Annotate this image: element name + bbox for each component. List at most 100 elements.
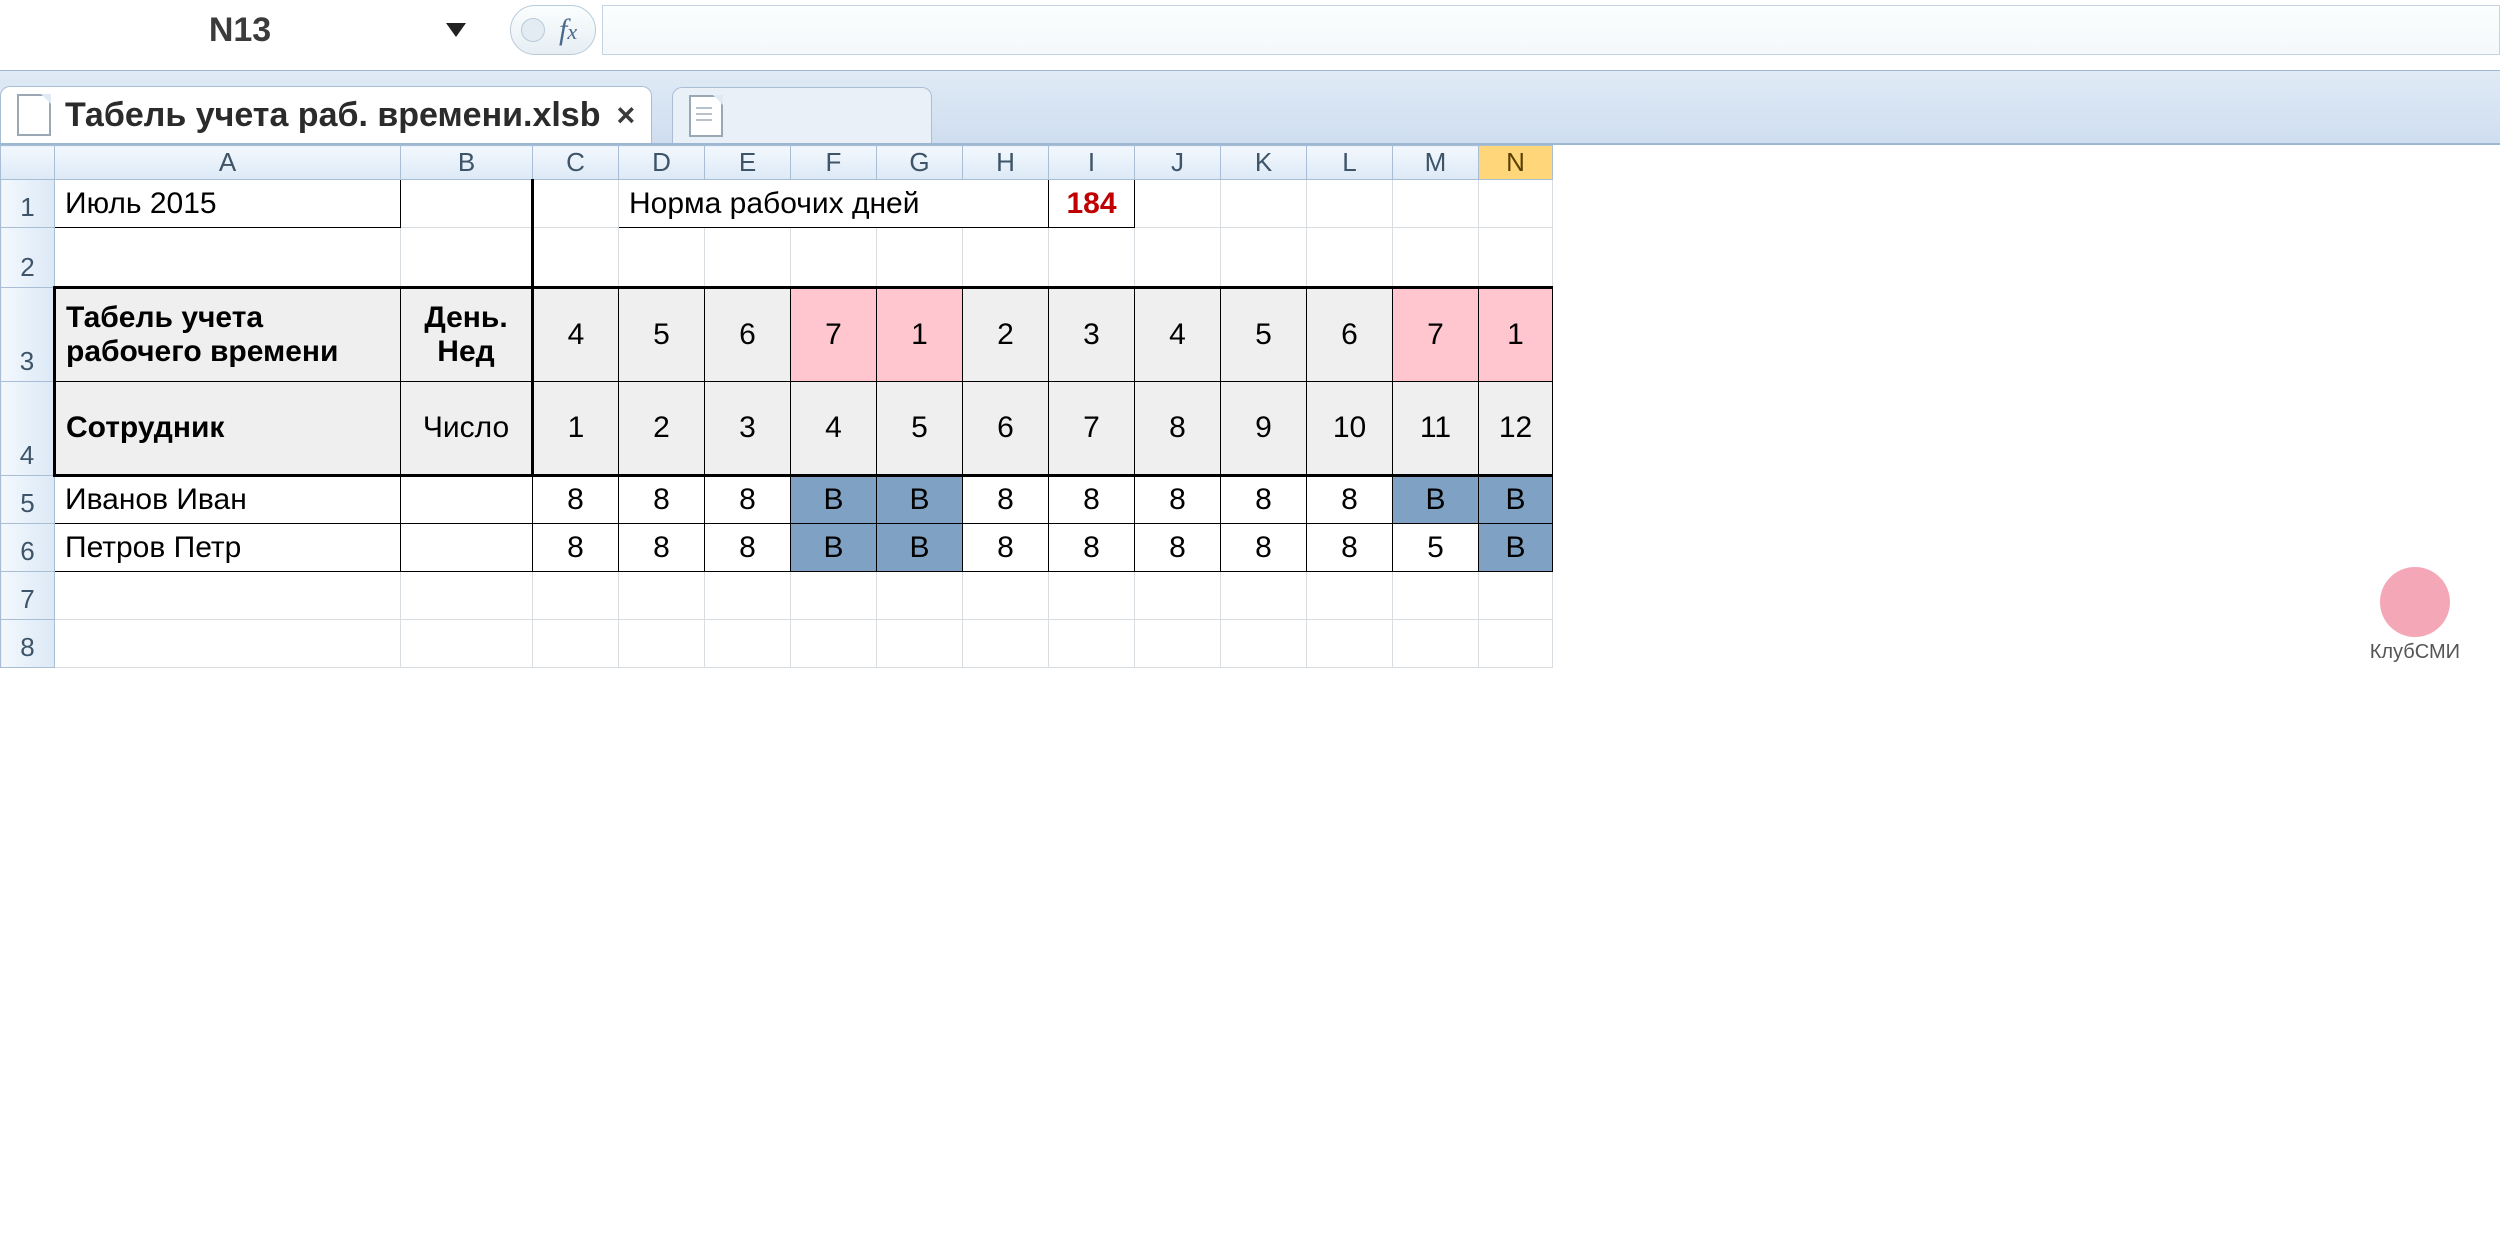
formula-bar[interactable] — [602, 5, 2500, 55]
cell-hours[interactable]: 5 — [1393, 524, 1479, 572]
cell-hours[interactable]: 8 — [619, 476, 705, 524]
cell-hours[interactable]: 8 — [1049, 524, 1135, 572]
cell[interactable] — [705, 620, 791, 668]
cell-hours-weekend[interactable]: В — [877, 524, 963, 572]
cell[interactable] — [877, 620, 963, 668]
cell-dow[interactable]: 5 — [619, 288, 705, 382]
cell-date[interactable]: 4 — [791, 382, 877, 476]
cell-period[interactable]: Июль 2015 — [55, 180, 401, 228]
row-header[interactable]: 5 — [1, 476, 55, 524]
cell-dow-weekend[interactable]: 1 — [877, 288, 963, 382]
cell[interactable] — [533, 228, 619, 288]
cell[interactable] — [1307, 620, 1393, 668]
column-header[interactable]: F — [791, 146, 877, 180]
column-header[interactable]: E — [705, 146, 791, 180]
cell[interactable] — [1135, 228, 1221, 288]
cell[interactable] — [533, 620, 619, 668]
cell[interactable] — [401, 572, 533, 620]
name-box[interactable]: N13 — [0, 11, 480, 50]
column-header[interactable]: N — [1479, 146, 1553, 180]
fx-button[interactable]: fx — [510, 5, 596, 55]
cell[interactable] — [1479, 228, 1553, 288]
cell[interactable] — [1221, 228, 1307, 288]
cell[interactable] — [791, 572, 877, 620]
column-header[interactable]: K — [1221, 146, 1307, 180]
row-header[interactable]: 6 — [1, 524, 55, 572]
column-header[interactable]: A — [55, 146, 401, 180]
cell-dow-weekend[interactable]: 7 — [1393, 288, 1479, 382]
cell[interactable] — [1393, 620, 1479, 668]
cell[interactable] — [1221, 180, 1307, 228]
cell-hours[interactable]: 8 — [1135, 524, 1221, 572]
cell-hours[interactable]: 8 — [705, 524, 791, 572]
close-icon[interactable]: × — [616, 97, 635, 134]
cell-date[interactable]: 12 — [1479, 382, 1553, 476]
cell-hours[interactable]: 8 — [1221, 476, 1307, 524]
column-header[interactable]: G — [877, 146, 963, 180]
cell[interactable] — [1307, 572, 1393, 620]
cell[interactable] — [533, 180, 619, 228]
cell-dow[interactable]: 4 — [533, 288, 619, 382]
cell-hours-weekend[interactable]: В — [877, 476, 963, 524]
cell[interactable] — [1307, 228, 1393, 288]
cell-date[interactable]: 1 — [533, 382, 619, 476]
cell-date-label[interactable]: Число — [401, 382, 533, 476]
cell[interactable] — [533, 572, 619, 620]
cell[interactable] — [401, 620, 533, 668]
cell-hours-weekend[interactable]: В — [791, 524, 877, 572]
cell-hours[interactable]: 8 — [1307, 476, 1393, 524]
cell-employee-name[interactable]: Иванов Иван — [55, 476, 401, 524]
cell-hours[interactable]: 8 — [963, 476, 1049, 524]
cell-dow-label[interactable]: День. Нед — [401, 288, 533, 382]
cell-hours[interactable]: 8 — [533, 524, 619, 572]
cell-date[interactable]: 8 — [1135, 382, 1221, 476]
cell[interactable] — [791, 620, 877, 668]
cell-hours[interactable]: 8 — [705, 476, 791, 524]
cell-date[interactable]: 7 — [1049, 382, 1135, 476]
cell-dow-weekend[interactable]: 7 — [791, 288, 877, 382]
cell-date[interactable]: 11 — [1393, 382, 1479, 476]
cell-hours[interactable]: 8 — [963, 524, 1049, 572]
cell-hours[interactable]: 8 — [533, 476, 619, 524]
cell-norm-value[interactable]: 184 — [1049, 180, 1135, 228]
cell[interactable] — [1135, 620, 1221, 668]
cell[interactable] — [1135, 572, 1221, 620]
cell-dow[interactable]: 5 — [1221, 288, 1307, 382]
cell[interactable] — [1307, 180, 1393, 228]
cell[interactable] — [401, 476, 533, 524]
cell-norm-label[interactable]: Норма рабочих дней — [619, 180, 1049, 228]
cell-date[interactable]: 2 — [619, 382, 705, 476]
cell-date[interactable]: 9 — [1221, 382, 1307, 476]
cell-hours-weekend[interactable]: В — [1479, 524, 1553, 572]
cell-employee-label[interactable]: Сотрудник — [55, 382, 401, 476]
cell-date[interactable]: 5 — [877, 382, 963, 476]
cell-dow[interactable]: 6 — [1307, 288, 1393, 382]
column-header[interactable]: D — [619, 146, 705, 180]
cell-hours-weekend[interactable]: В — [1479, 476, 1553, 524]
cell-hours[interactable]: 8 — [1135, 476, 1221, 524]
cell-date[interactable]: 3 — [705, 382, 791, 476]
column-header[interactable]: B — [401, 146, 533, 180]
select-all-corner[interactable] — [1, 146, 55, 180]
row-header[interactable]: 7 — [1, 572, 55, 620]
row-header[interactable]: 8 — [1, 620, 55, 668]
cell[interactable] — [1479, 180, 1553, 228]
workbook-tab-active[interactable]: Табель учета раб. времени.xlsb × — [0, 86, 652, 143]
cell[interactable] — [1479, 572, 1553, 620]
cell[interactable] — [791, 228, 877, 288]
cell[interactable] — [1393, 228, 1479, 288]
column-header[interactable]: C — [533, 146, 619, 180]
row-header[interactable]: 3 — [1, 288, 55, 382]
column-header[interactable]: J — [1135, 146, 1221, 180]
column-header[interactable]: L — [1307, 146, 1393, 180]
cell[interactable] — [1221, 620, 1307, 668]
cell-title[interactable]: Табель учета рабочего времени — [55, 288, 401, 382]
cell[interactable] — [1135, 180, 1221, 228]
chevron-down-icon[interactable] — [446, 23, 466, 37]
cell[interactable] — [619, 572, 705, 620]
cell-date[interactable]: 10 — [1307, 382, 1393, 476]
cell-hours[interactable]: 8 — [1221, 524, 1307, 572]
cell[interactable] — [55, 228, 401, 288]
cell[interactable] — [1221, 572, 1307, 620]
cell[interactable] — [1393, 180, 1479, 228]
